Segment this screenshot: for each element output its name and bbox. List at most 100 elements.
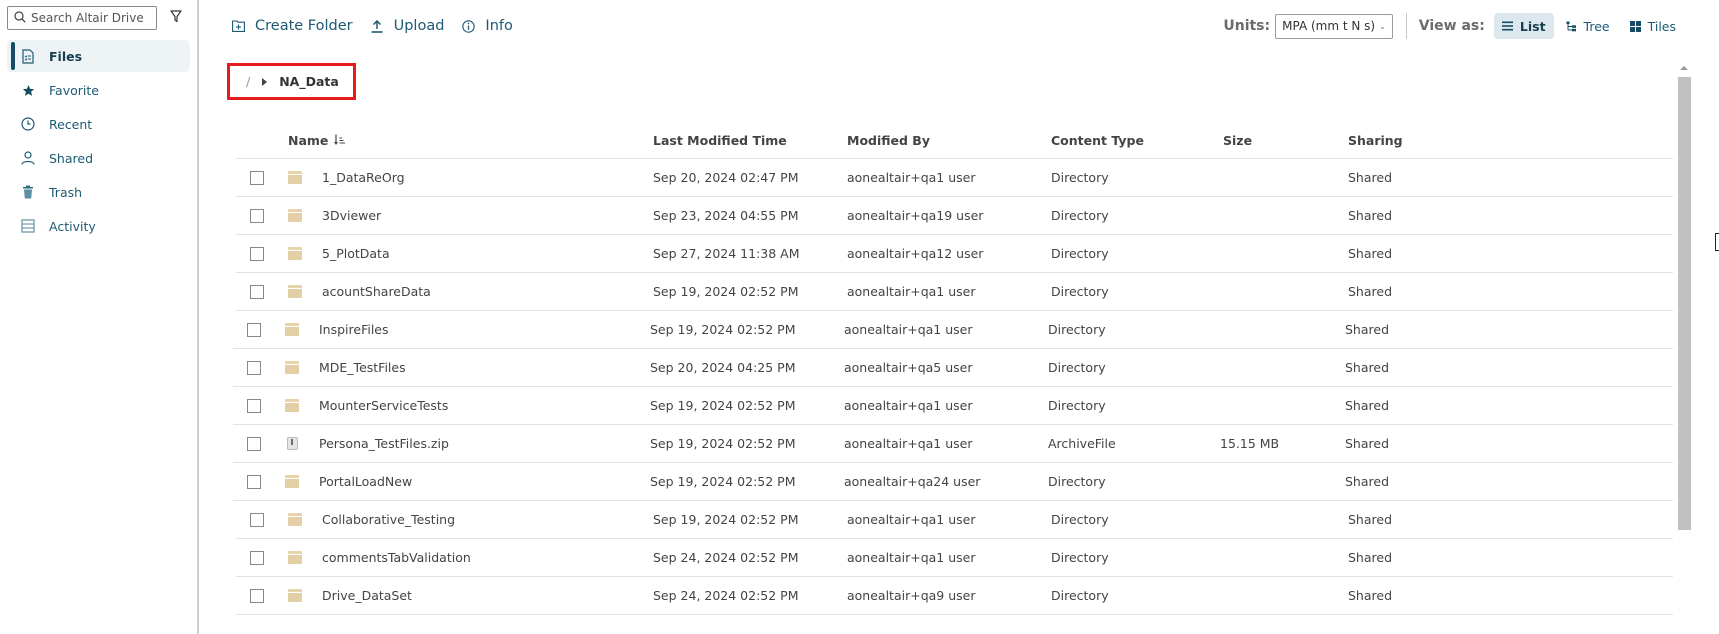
sidebar-item-label: Favorite xyxy=(49,82,99,98)
row-checkbox[interactable] xyxy=(250,284,264,299)
row-checkbox[interactable] xyxy=(247,474,261,489)
column-header-sharing[interactable]: Sharing xyxy=(1348,133,1548,148)
table-row[interactable]: 3Dviewer Sep 23, 2024 04:55 PM aonealtair+… xyxy=(236,197,1673,235)
table-row[interactable]: Drive_DataSet Sep 24, 2024 02:52 PM aoneal… xyxy=(236,577,1673,615)
search-input[interactable] xyxy=(31,11,151,25)
table-row[interactable]: 5_PlotData Sep 27, 2024 11:38 AM aonealtai… xyxy=(236,235,1673,273)
view-tree-button[interactable]: Tree xyxy=(1558,13,1618,39)
units-select[interactable]: MPA (mm t N s) ⌄ xyxy=(1275,13,1393,39)
file-name[interactable]: MounterServiceTests xyxy=(319,398,650,413)
sidebar-item-trash[interactable]: Trash xyxy=(7,176,190,208)
file-name[interactable]: MDE_TestFiles xyxy=(319,360,650,375)
row-checkbox[interactable] xyxy=(250,512,264,527)
folder-icon xyxy=(288,551,302,564)
column-header-modified-by[interactable]: Modified By xyxy=(847,133,1051,148)
file-name[interactable]: 5_PlotData xyxy=(322,246,653,261)
filter-icon[interactable] xyxy=(170,10,186,26)
table-row[interactable]: PortalLoadNew Sep 19, 2024 02:52 PM aoneal… xyxy=(233,463,1673,501)
row-checkbox[interactable] xyxy=(250,208,264,223)
content-type: Directory xyxy=(1051,208,1109,223)
modified-time: Sep 20, 2024 04:25 PM xyxy=(650,360,796,375)
content-type: Directory xyxy=(1048,322,1106,337)
file-name[interactable]: 1_DataReOrg xyxy=(322,170,653,185)
sidebar-item-shared[interactable]: Shared xyxy=(7,142,190,174)
table-row[interactable]: MounterServiceTests Sep 19, 2024 02:52 PM… xyxy=(233,387,1673,425)
table-row[interactable]: 1_DataReOrg Sep 20, 2024 02:47 PM aonealta… xyxy=(236,159,1673,197)
row-checkbox[interactable] xyxy=(250,550,264,565)
sidebar-item-recent[interactable]: Recent xyxy=(7,108,190,140)
sharing-status: Shared xyxy=(1348,512,1393,527)
sidebar-item-favorite[interactable]: Favorite xyxy=(7,74,190,106)
upload-icon xyxy=(370,19,385,34)
modified-by: aonealtair+qa1 user xyxy=(844,398,973,413)
row-checkbox[interactable] xyxy=(247,360,261,375)
modified-by: aonealtair+qa5 user xyxy=(844,360,973,375)
file-name[interactable]: Collaborative_Testing xyxy=(322,512,653,527)
divider xyxy=(1405,13,1407,39)
create-folder-button[interactable]: Create Folder xyxy=(231,18,353,34)
sharing-status: Shared xyxy=(1348,208,1393,223)
view-list-button[interactable]: List xyxy=(1493,13,1554,39)
row-checkbox[interactable] xyxy=(247,436,261,451)
sharing-status: Shared xyxy=(1345,436,1390,451)
file-list-icon xyxy=(20,48,36,64)
sharing-status: Shared xyxy=(1348,170,1393,185)
table-row[interactable]: acountShareData Sep 19, 2024 02:52 PM aone… xyxy=(236,273,1673,311)
scroll-up-arrow[interactable] xyxy=(1680,66,1688,70)
breadcrumb-current: NA_Data xyxy=(279,74,339,89)
row-checkbox[interactable] xyxy=(250,170,264,185)
table-header: Name Last Modified Time Modified By Cont… xyxy=(236,122,1673,159)
file-name[interactable]: PortalLoadNew xyxy=(319,474,650,489)
modified-by: aonealtair+qa9 user xyxy=(847,588,976,603)
table-row[interactable]: Persona_TestFiles.zip Sep 19, 2024 02:52 … xyxy=(233,425,1673,463)
activity-list-icon xyxy=(20,218,36,234)
upload-label: Upload xyxy=(393,18,445,34)
column-header-name[interactable]: Name xyxy=(288,133,653,148)
table-row[interactable]: InspireFiles Sep 19, 2024 02:52 PM aonealt… xyxy=(233,311,1673,349)
modified-by: aonealtair+qa19 user xyxy=(847,208,984,223)
chevron-down-icon: ⌄ xyxy=(1379,21,1386,31)
modified-time: Sep 19, 2024 02:52 PM xyxy=(650,398,796,413)
row-checkbox[interactable] xyxy=(250,246,264,261)
user-icon xyxy=(20,150,36,166)
modified-by: aonealtair+qa1 user xyxy=(847,170,976,185)
row-checkbox[interactable] xyxy=(247,322,261,337)
tree-icon xyxy=(1566,20,1578,32)
column-header-content-type[interactable]: Content Type xyxy=(1051,133,1223,148)
file-name[interactable]: acountShareData xyxy=(322,284,653,299)
clock-icon xyxy=(20,116,36,132)
column-header-size[interactable]: Size xyxy=(1223,133,1348,148)
search-box[interactable] xyxy=(7,6,157,30)
row-checkbox[interactable] xyxy=(250,588,264,603)
folder-icon xyxy=(285,399,299,412)
modified-time: Sep 23, 2024 04:55 PM xyxy=(653,208,799,223)
view-tiles-button[interactable]: Tiles xyxy=(1622,13,1684,39)
sort-ascending-icon[interactable] xyxy=(334,134,346,146)
modified-time: Sep 19, 2024 02:52 PM xyxy=(650,322,796,337)
breadcrumb-root[interactable]: / xyxy=(246,74,250,89)
upload-button[interactable]: Upload xyxy=(370,18,445,34)
content-type: Directory xyxy=(1048,360,1106,375)
caret-right-icon[interactable] xyxy=(262,77,268,86)
scrollbar[interactable] xyxy=(1678,77,1691,530)
file-name[interactable]: commentsTabValidation xyxy=(322,550,653,565)
file-name[interactable]: 3Dviewer xyxy=(322,208,653,223)
modified-by: aonealtair+qa1 user xyxy=(844,436,973,451)
modified-by: aonealtair+qa24 user xyxy=(844,474,981,489)
sidebar-item-activity[interactable]: Activity xyxy=(7,210,190,242)
column-header-time[interactable]: Last Modified Time xyxy=(653,133,847,148)
info-button[interactable]: Info xyxy=(461,18,513,34)
sidebar-item-label: Activity xyxy=(49,218,96,234)
row-checkbox[interactable] xyxy=(247,398,261,413)
file-name[interactable]: Persona_TestFiles.zip xyxy=(319,436,650,451)
table-row[interactable]: commentsTabValidation Sep 24, 2024 02:52 … xyxy=(236,539,1673,577)
sidebar-item-label: Recent xyxy=(49,116,93,132)
file-name[interactable]: Drive_DataSet xyxy=(322,588,653,603)
table-row[interactable]: MDE_TestFiles Sep 20, 2024 04:25 PM aoneal… xyxy=(233,349,1673,387)
table-row[interactable]: Collaborative_Testing Sep 19, 2024 02:52 … xyxy=(236,501,1673,539)
modified-by: aonealtair+qa1 user xyxy=(844,322,973,337)
sidebar-item-files[interactable]: Files xyxy=(7,40,190,72)
sidebar: Files Favorite Recent Shared Trash xyxy=(0,0,199,634)
content-type: Directory xyxy=(1051,170,1109,185)
file-name[interactable]: InspireFiles xyxy=(319,322,650,337)
